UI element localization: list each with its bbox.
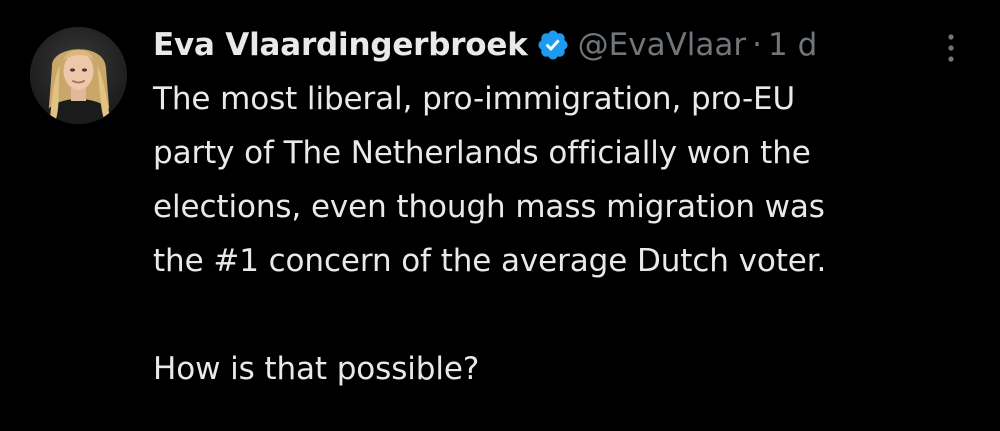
- separator-dot: ·: [752, 27, 763, 63]
- tweet-text: The most liberal, pro-immigration, pro-E…: [153, 72, 973, 396]
- more-options-icon[interactable]: [934, 28, 968, 68]
- tweet-question: How is that possible?: [153, 351, 480, 387]
- author-handle[interactable]: @EvaVlaar: [578, 22, 747, 68]
- profile-photo-icon: [30, 27, 127, 124]
- tweet-header: Eva Vlaardingerbroek @EvaVlaar · 1 d: [153, 22, 817, 68]
- tweet-card[interactable]: Eva Vlaardingerbroek @EvaVlaar · 1 d The…: [0, 0, 1000, 431]
- tweet-text-line: party of The Netherlands officially won …: [153, 135, 811, 171]
- author-name[interactable]: Eva Vlaardingerbroek: [153, 22, 528, 68]
- verified-badge-icon[interactable]: [536, 28, 570, 62]
- tweet-text-line: the #1 concern of the average Dutch vote…: [153, 243, 827, 279]
- tweet-text-line: elections, even though mass migration wa…: [153, 189, 825, 225]
- avatar[interactable]: [30, 27, 127, 124]
- tweet-timestamp[interactable]: 1 d: [768, 22, 817, 68]
- tweet-text-line: The most liberal, pro-immigration, pro-E…: [153, 81, 796, 117]
